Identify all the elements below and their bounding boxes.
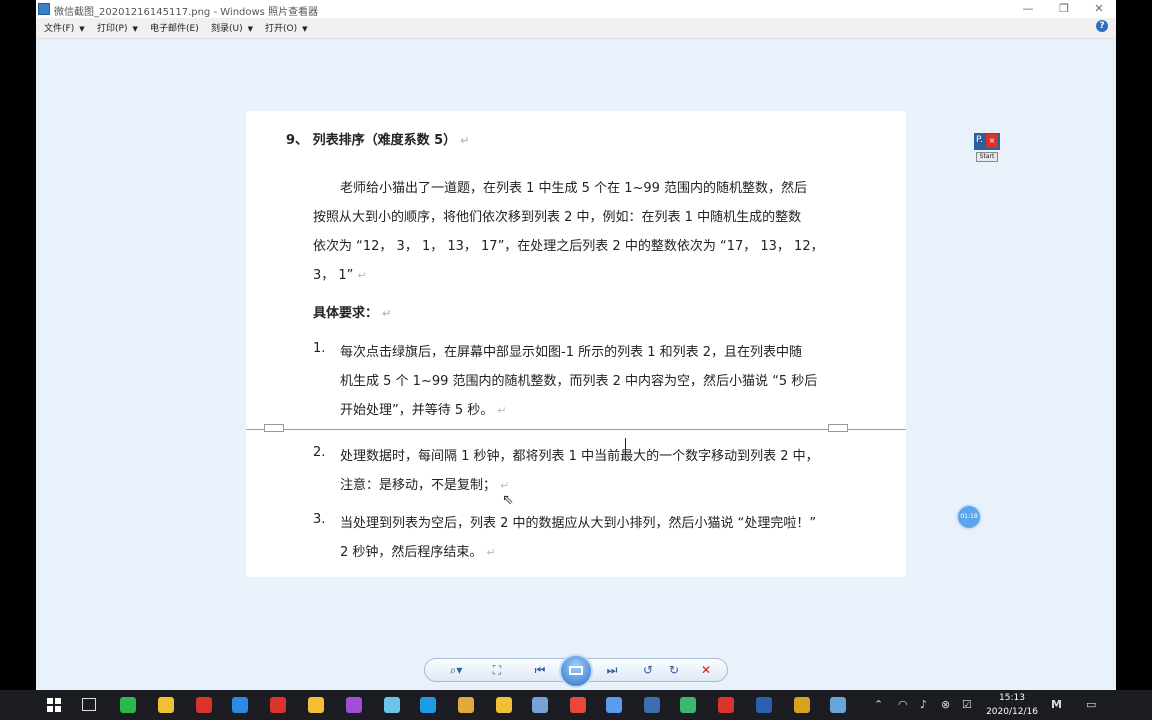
taskbar-app-icon[interactable] xyxy=(270,697,286,713)
zoom-icon[interactable]: ⌕▾ xyxy=(443,662,469,678)
item-number: 2. xyxy=(313,445,326,460)
chevron-down-icon: ▼ xyxy=(247,25,254,33)
recorder-label: P. xyxy=(976,135,983,145)
taskbar-app-icon[interactable] xyxy=(532,697,548,713)
menu-open[interactable]: 打开(O) ▼ xyxy=(265,21,308,34)
clock-time: 15:13 xyxy=(999,693,1025,703)
close-button[interactable]: ✕ xyxy=(1081,0,1117,18)
menu-print[interactable]: 打印(P) ▼ xyxy=(97,21,138,34)
next-button[interactable]: ⏭ xyxy=(601,662,623,678)
slideshow-button[interactable] xyxy=(559,654,593,688)
item-number: 3. xyxy=(313,512,326,527)
taskbar-app-icon[interactable] xyxy=(680,697,696,713)
input-method-icon[interactable]: M xyxy=(1051,698,1062,711)
recorder-close-button[interactable]: × xyxy=(986,134,998,148)
photo-viewer-icon xyxy=(38,3,50,15)
para-line: 3， 1” ↵ xyxy=(313,268,367,283)
menu-email[interactable]: 电子邮件(E) xyxy=(150,21,199,34)
document-image: 9、 列表排序（难度系数 5） ↵ 老师给小猫出了一道题，在列表 1 中生成 5 … xyxy=(246,111,906,577)
recorder-header: P. × xyxy=(974,133,1000,150)
item-number: 1. xyxy=(313,341,326,356)
taskbar-app-icon[interactable] xyxy=(346,697,362,713)
rotate-right-icon[interactable]: ↻ xyxy=(665,662,683,678)
maximize-button[interactable]: ❐ xyxy=(1046,0,1082,18)
page-margin-marker xyxy=(828,424,848,432)
taskbar: ⌃ ◠ ♪ ⊗ ☑ 15:13 2020/12/16 M ▭ xyxy=(0,690,1152,720)
viewer-toolbar: ⌕▾ ⛶ ⏮ ⏭ ↺ ↻ ✕ xyxy=(424,654,728,688)
taskbar-app-icon[interactable] xyxy=(420,697,436,713)
taskbar-app-icon[interactable] xyxy=(232,697,248,713)
rotate-left-icon[interactable]: ↺ xyxy=(639,662,657,678)
taskbar-app-icon[interactable] xyxy=(496,697,512,713)
clock[interactable]: 15:13 2020/12/16 xyxy=(981,691,1043,719)
toolbar-area: ⌕▾ ⛶ ⏮ ⏭ ↺ ↻ ✕ xyxy=(36,648,1116,690)
delete-icon[interactable]: ✕ xyxy=(697,662,715,678)
check-icon[interactable]: ☑ xyxy=(962,698,972,711)
timer-badge[interactable]: 01:18 xyxy=(958,506,980,528)
taskbar-app-icon[interactable] xyxy=(384,697,400,713)
recorder-start-button[interactable]: Start xyxy=(976,152,998,162)
taskbar-app-icon[interactable] xyxy=(570,697,586,713)
chevron-down-icon: ▼ xyxy=(302,25,308,33)
text-caret xyxy=(625,438,626,455)
slideshow-icon xyxy=(569,666,583,675)
item-line: 注意：是移动，不是复制； ↵ xyxy=(340,478,510,493)
volume-icon[interactable]: ♪ xyxy=(920,698,927,711)
problem-heading: 9、 列表排序（难度系数 5） ↵ xyxy=(286,133,470,148)
chevron-down-icon: ▼ xyxy=(132,25,138,33)
taskbar-app-icon[interactable] xyxy=(196,697,212,713)
clock-date: 2020/12/16 xyxy=(986,707,1038,717)
taskbar-app-icon[interactable] xyxy=(606,697,622,713)
network-icon[interactable]: ◠ xyxy=(898,698,908,711)
mouse-pointer-icon: ⇖ xyxy=(502,492,514,508)
taskbar-app-icon[interactable] xyxy=(158,697,174,713)
menu-file[interactable]: 文件(F) ▼ xyxy=(44,21,85,34)
previous-button[interactable]: ⏮ xyxy=(529,662,551,678)
windows-start-icon[interactable] xyxy=(47,698,61,712)
minimize-button[interactable]: — xyxy=(1010,0,1046,18)
task-view-icon[interactable] xyxy=(82,698,96,711)
item-line: 每次点击绿旗后，在屏幕中部显示如图-1 所示的列表 1 和列表 2，且在列表中随 xyxy=(340,345,803,360)
actual-size-icon[interactable]: ⛶ xyxy=(487,662,507,678)
photo-viewer-window: 微信截图_20201216145117.png - Windows 照片查看器 … xyxy=(36,0,1116,690)
recorder-widget[interactable]: P. × Start xyxy=(974,133,1000,163)
taskbar-app-icon[interactable] xyxy=(308,697,324,713)
item-line: 2 秒钟，然后程序结束。 ↵ xyxy=(340,545,496,560)
taskbar-app-icon[interactable] xyxy=(794,697,810,713)
item-line: 当处理到列表为空后，列表 2 中的数据应从大到小排列，然后小猫说 “处理完啦！” xyxy=(340,516,817,531)
menu-burn[interactable]: 刻录(U) ▼ xyxy=(211,21,253,34)
item-line: 处理数据时，每间隔 1 秒钟，都将列表 1 中当前最大的一个数字移动到列表 2 … xyxy=(340,449,819,464)
window-title: 微信截图_20201216145117.png - Windows 照片查看器 xyxy=(54,7,319,18)
show-hidden-icons-icon[interactable]: ⌃ xyxy=(874,698,883,711)
taskbar-app-icon[interactable] xyxy=(718,697,734,713)
close-circle-icon[interactable]: ⊗ xyxy=(941,698,950,711)
taskbar-app-icon[interactable] xyxy=(756,697,772,713)
title-bar: 微信截图_20201216145117.png - Windows 照片查看器 … xyxy=(36,0,1116,18)
page-break-line xyxy=(246,429,906,430)
menu-bar: 文件(F) ▼ 打印(P) ▼ 电子邮件(E) 刻录(U) ▼ 打开(O) ▼ ? xyxy=(36,18,1116,39)
para-line: 按照从大到小的顺序，将他们依次移到列表 2 中，例如：在列表 1 中随机生成的整… xyxy=(313,210,802,225)
chevron-down-icon: ▼ xyxy=(79,25,85,33)
taskbar-app-icon[interactable] xyxy=(458,697,474,713)
help-icon[interactable]: ? xyxy=(1096,20,1108,32)
page-margin-marker xyxy=(264,424,284,432)
requirements-title: 具体要求： ↵ xyxy=(313,306,392,321)
notification-icon[interactable]: ▭ xyxy=(1086,698,1096,711)
taskbar-app-icon[interactable] xyxy=(644,697,660,713)
image-view-area: 9、 列表排序（难度系数 5） ↵ 老师给小猫出了一道题，在列表 1 中生成 5 … xyxy=(36,39,1116,648)
item-line: 机生成 5 个 1~99 范围内的随机整数，而列表 2 中内容为空，然后小猫说 … xyxy=(340,374,818,389)
taskbar-app-icon[interactable] xyxy=(120,697,136,713)
para-line: 依次为 “12， 3， 1， 13， 17”，在处理之后列表 2 中的整数依次为… xyxy=(313,239,824,254)
taskbar-app-icon[interactable] xyxy=(830,697,846,713)
item-line: 开始处理”，并等待 5 秒。 ↵ xyxy=(340,403,507,418)
para-line: 老师给小猫出了一道题，在列表 1 中生成 5 个在 1~99 范围内的随机整数，… xyxy=(340,181,808,196)
